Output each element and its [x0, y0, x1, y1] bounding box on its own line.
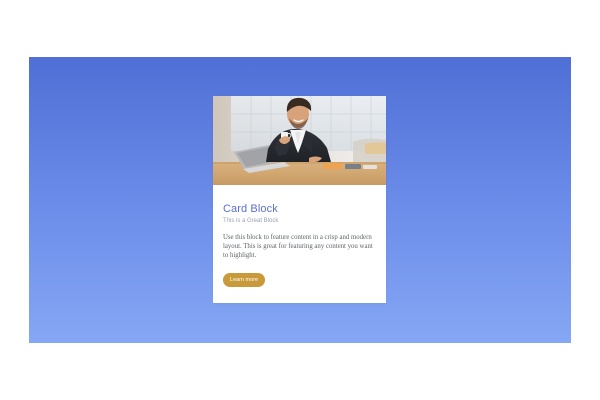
card-description: Use this block to feature content in a c…	[223, 234, 373, 259]
card-subtitle: This is a Great Block	[223, 218, 279, 224]
learn-more-button[interactable]: Learn more	[223, 273, 265, 287]
card-title: Card Block	[223, 203, 278, 215]
content-card: Card Block This is a Great Block Use thi…	[213, 96, 386, 303]
card-image	[213, 96, 386, 185]
card-body: Card Block This is a Great Block Use thi…	[223, 203, 376, 267]
hero-background: Card Block This is a Great Block Use thi…	[29, 57, 571, 343]
